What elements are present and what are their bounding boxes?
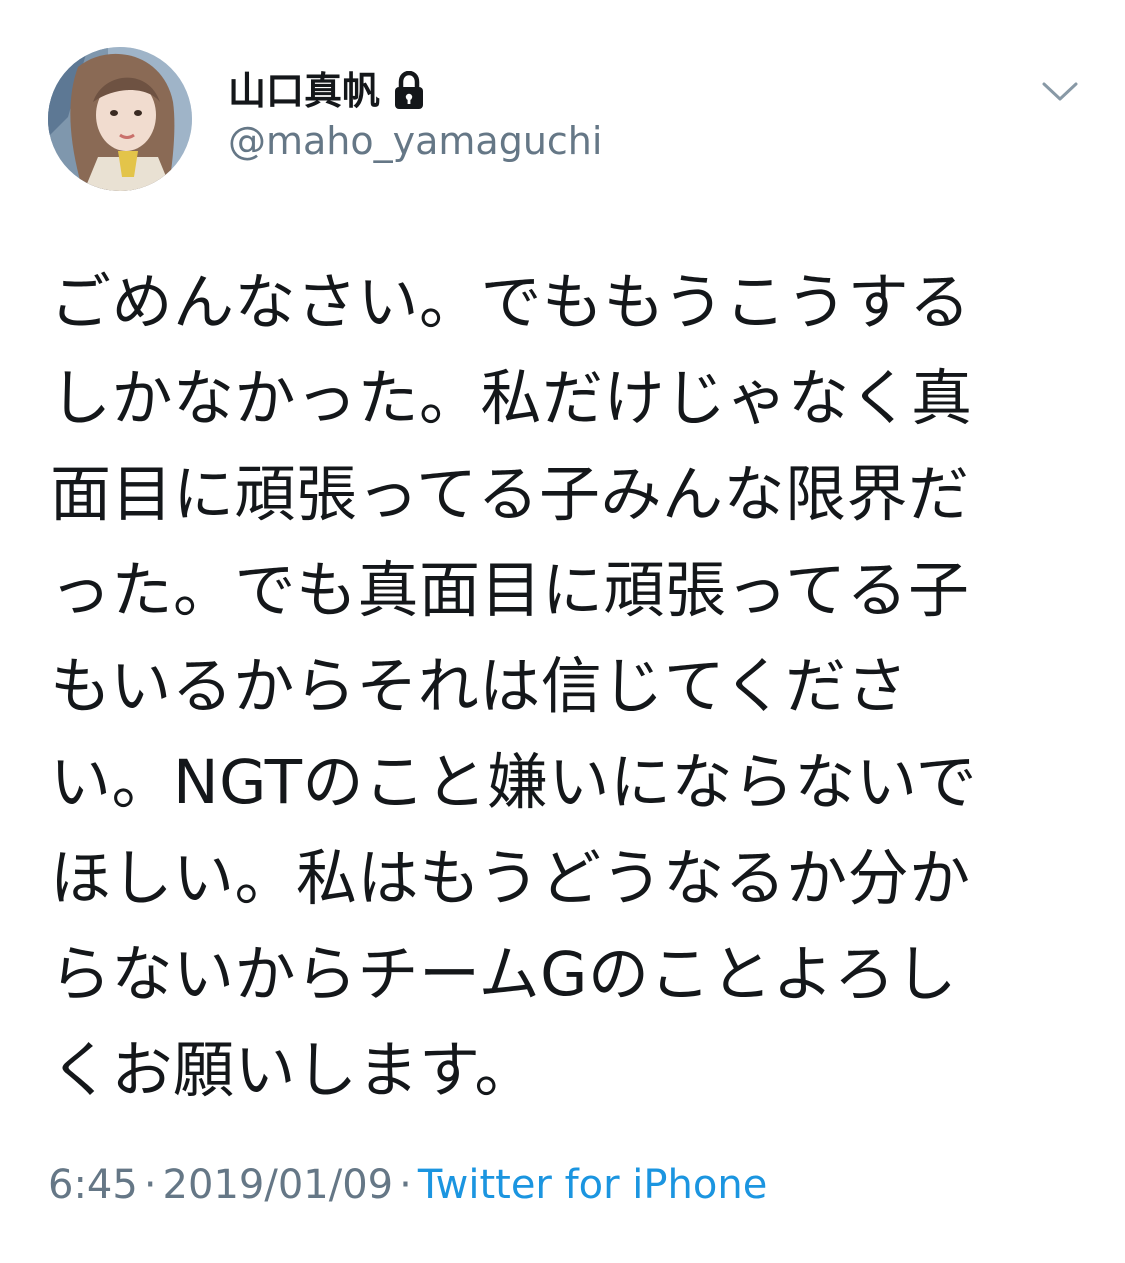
- tweet-text-line: った。でも真面目に頑張ってる子: [50, 555, 970, 626]
- tweet-text-line: ほしい。私はもうどうなるか分か: [50, 843, 971, 914]
- tweet-source-link[interactable]: Twitter for iPhone: [418, 1162, 768, 1208]
- meta-separator: ·: [143, 1162, 157, 1208]
- display-name[interactable]: 山口真帆: [228, 66, 380, 116]
- meta-separator: ·: [399, 1162, 412, 1208]
- avatar-photo: [48, 47, 192, 191]
- tweet-text-line: 面目に頑張ってる子みんな限界だ: [50, 459, 970, 530]
- tweet-text: ごめんなさい。でももうこうする しかなかった。私だけじゃなく真 面目に頑張ってる…: [50, 255, 1060, 1119]
- tweet-text-line: しかなかった。私だけじゃなく真: [50, 363, 973, 434]
- tweet-time[interactable]: 6:45: [48, 1162, 138, 1208]
- tweet-text-line: くお願いします。: [50, 1035, 536, 1106]
- avatar[interactable]: [48, 47, 192, 191]
- tweet-menu-button[interactable]: [1036, 72, 1084, 112]
- tweet-text-line: らないからチームGのことよろし: [50, 939, 957, 1010]
- tweet-text-line: もいるからそれは信じてくださ: [50, 651, 908, 722]
- author-handle[interactable]: @maho_yamaguchi: [228, 116, 602, 166]
- tweet-metadata: 6:45 · 2019/01/09 · Twitter for iPhone: [48, 1158, 767, 1212]
- tweet-date[interactable]: 2019/01/09: [163, 1162, 394, 1208]
- tweet: 山口真帆 @maho_yamaguchi ごめんなさい。でももうこうする しかな…: [0, 0, 1125, 1263]
- lock-icon: [392, 70, 426, 111]
- author-name-row: 山口真帆: [228, 66, 426, 116]
- tweet-text-line: い。NGTのこと嫌いにならないで: [50, 747, 978, 818]
- chevron-down-icon: [1042, 82, 1078, 101]
- tweet-text-line: ごめんなさい。でももうこうする: [50, 267, 971, 338]
